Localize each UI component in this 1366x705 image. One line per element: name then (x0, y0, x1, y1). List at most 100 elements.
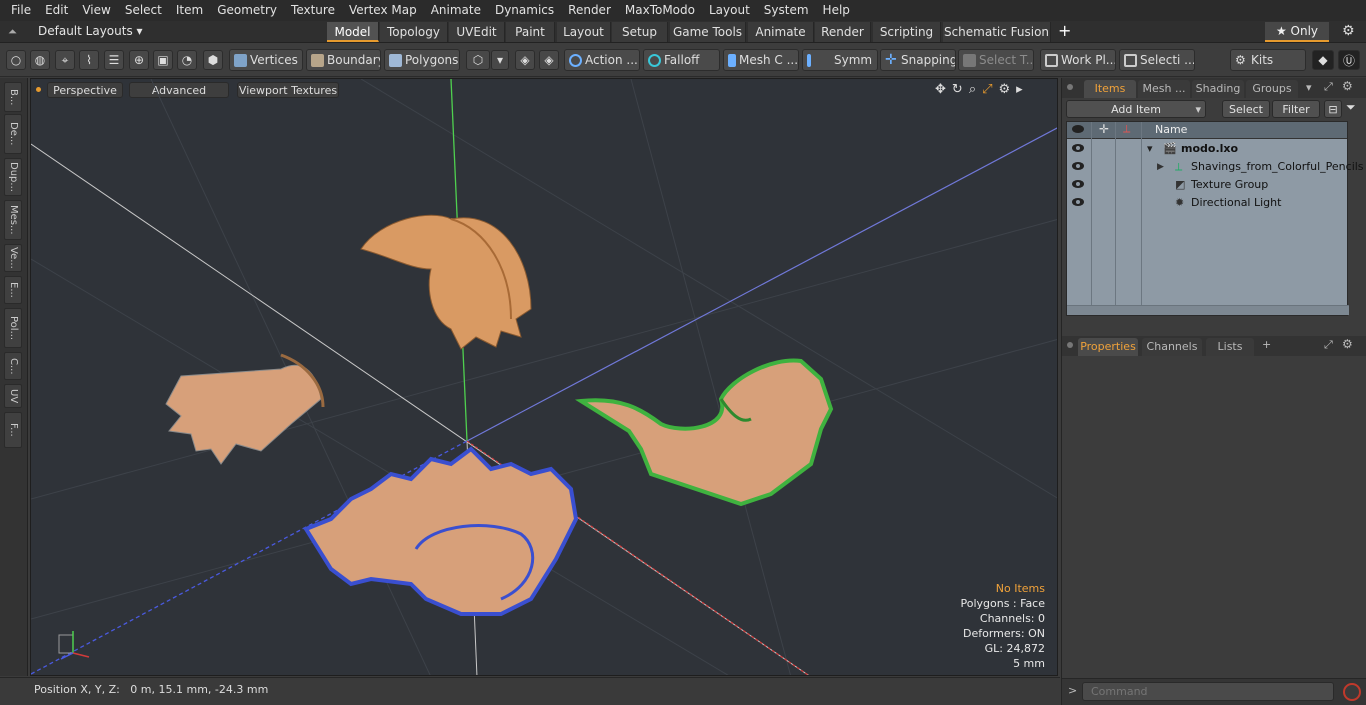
funnel-filter-icon[interactable]: ⏷ (1346, 100, 1362, 118)
command-input[interactable] (1082, 682, 1334, 701)
vertices-button[interactable]: Vertices (229, 49, 303, 71)
tab-uvedit[interactable]: UVEdit (449, 22, 505, 42)
menu-system[interactable]: System (757, 0, 816, 21)
panel-maximize-icon[interactable]: ⤢ (1324, 80, 1333, 94)
unreal-icon[interactable]: Ⓤ (1338, 50, 1360, 70)
collapse-icon[interactable]: ⊟ (1324, 100, 1342, 118)
tab-groups[interactable]: Groups (1246, 80, 1298, 98)
tab-topology[interactable]: Topology (380, 22, 448, 42)
work-plane-button[interactable]: Work Pl... (1040, 49, 1116, 71)
properties-menu-dot-icon[interactable] (1067, 342, 1073, 348)
item-mode-icon[interactable]: ⬡ (466, 50, 490, 70)
tab-scripting[interactable]: Scripting (873, 22, 941, 42)
shield-cube-icon[interactable]: ⬢ (203, 50, 223, 70)
tab-items[interactable]: Items (1084, 80, 1136, 98)
left-tool-tab-5[interactable]: E... (4, 276, 22, 304)
globe-icon[interactable]: ◍ (30, 50, 50, 70)
list-item[interactable]: ▾ 🎬 modo.lxo (1067, 140, 1349, 158)
menu-view[interactable]: View (75, 0, 117, 21)
menu-vertex-map[interactable]: Vertex Map (342, 0, 424, 21)
menu-edit[interactable]: Edit (38, 0, 75, 21)
tab-paint[interactable]: Paint (506, 22, 555, 42)
menu-animate[interactable]: Animate (424, 0, 488, 21)
tab-channels[interactable]: Channels (1142, 338, 1202, 356)
left-tool-tab-1[interactable]: De... (4, 114, 22, 154)
properties-maximize-icon[interactable]: ⤢ (1324, 338, 1333, 352)
kits-button[interactable]: ⚙ Kits (1230, 49, 1306, 71)
menu-maxtomodo[interactable]: MaxToModo (618, 0, 702, 21)
polygons-button[interactable]: Polygons (384, 49, 460, 71)
tab-game-tools[interactable]: Game Tools (670, 22, 746, 42)
boundary-button[interactable]: Boundary (306, 49, 381, 71)
panel-menu-dot-icon[interactable] (1067, 84, 1073, 90)
tab-schematic-fusion[interactable]: Schematic Fusion (943, 22, 1051, 42)
left-tool-tab-7[interactable]: C... (4, 352, 22, 380)
left-tool-tab-0[interactable]: B... (4, 82, 22, 112)
pie-icon[interactable]: ◔ (177, 50, 197, 70)
menu-file[interactable]: File (4, 0, 38, 21)
horizontal-scrollbar[interactable] (1067, 305, 1349, 315)
align-icon[interactable]: ☰ (104, 50, 124, 70)
tab-animate[interactable]: Animate (748, 22, 814, 42)
tab-layout[interactable]: Layout (557, 22, 611, 42)
menu-render[interactable]: Render (561, 0, 618, 21)
circle-select-icon[interactable]: ○ (6, 50, 26, 70)
expand-arrow-icon[interactable]: ▶ (1157, 158, 1164, 176)
visibility-eye-icon[interactable] (1072, 180, 1084, 188)
list-item[interactable]: ◩ Texture Group (1067, 176, 1349, 194)
tab-model[interactable]: Model (327, 22, 379, 42)
left-tool-tab-8[interactable]: UV (4, 384, 22, 408)
list-item[interactable]: ✹ Directional Light (1067, 194, 1349, 212)
left-tool-tab-4[interactable]: Ve... (4, 244, 22, 272)
pen-icon[interactable]: ⌖ (55, 50, 75, 70)
tab-mesh[interactable]: Mesh ... (1138, 80, 1190, 98)
left-tool-tab-2[interactable]: Dup... (4, 158, 22, 196)
visibility-eye-icon[interactable] (1072, 198, 1084, 206)
menu-help[interactable]: Help (816, 0, 857, 21)
list-item[interactable]: ▶ ⟂ Shavings_from_Colorful_Pencils (1067, 158, 1364, 176)
tab-properties[interactable]: Properties (1078, 338, 1138, 356)
tabs-dropdown-chevron-icon[interactable]: ▾ (1306, 81, 1312, 94)
menu-select[interactable]: Select (118, 0, 169, 21)
add-item-button[interactable]: Add Item ▾ (1066, 100, 1206, 118)
visibility-eye-icon[interactable] (1072, 144, 1084, 152)
action-center-button[interactable]: Action ... (564, 49, 640, 71)
layout-grip-icon[interactable]: ⏶ (8, 25, 17, 39)
expand-arrow-icon[interactable]: ▾ (1147, 140, 1153, 158)
tab-setup[interactable]: Setup (612, 22, 668, 42)
menu-item[interactable]: Item (169, 0, 210, 21)
menu-texture[interactable]: Texture (284, 0, 342, 21)
record-macro-icon[interactable] (1343, 683, 1361, 701)
mesh-constraint-button[interactable]: Mesh C ... (723, 49, 799, 71)
menu-dynamics[interactable]: Dynamics (488, 0, 561, 21)
only-toggle[interactable]: ★ Only (1265, 22, 1329, 42)
3d-viewport[interactable]: Perspective Advanced Viewport Textures ✥… (30, 78, 1058, 676)
center-icon[interactable]: ⊕ (129, 50, 149, 70)
left-tool-tab-9[interactable]: F... (4, 412, 22, 448)
tab-shading[interactable]: Shading (1192, 80, 1244, 98)
falloff-button[interactable]: Falloff (643, 49, 720, 71)
snapping-button[interactable]: ✛ Snapping (880, 49, 956, 71)
snap-shield-icon[interactable]: ◈ (539, 50, 559, 70)
add-tab-icon[interactable]: + (1262, 338, 1271, 351)
symmetry-button[interactable]: Symm ... (802, 49, 878, 71)
left-tool-tab-6[interactable]: Pol... (4, 308, 22, 348)
tab-render[interactable]: Render (815, 22, 871, 42)
mode-dropdown-chevron-icon[interactable]: ▾ (491, 50, 509, 70)
add-tab-button[interactable]: + (1058, 21, 1071, 41)
menu-layout[interactable]: Layout (702, 0, 757, 21)
select-through-button[interactable]: Select T... (958, 49, 1034, 71)
filter-button[interactable]: Filter (1272, 100, 1320, 118)
menu-geometry[interactable]: Geometry (210, 0, 284, 21)
panel-gear-icon[interactable]: ⚙ (1342, 79, 1353, 93)
properties-gear-icon[interactable]: ⚙ (1342, 337, 1353, 351)
settings-gear-icon[interactable]: ⚙ (1342, 23, 1355, 39)
default-layouts-dropdown[interactable]: Default Layouts ▾ (38, 24, 143, 38)
visibility-eye-icon[interactable] (1072, 162, 1084, 170)
selection-sets-button[interactable]: Selecti ... (1119, 49, 1195, 71)
left-tool-tab-3[interactable]: Mes... (4, 200, 22, 240)
select-button[interactable]: Select (1222, 100, 1270, 118)
box-select-icon[interactable]: ▣ (153, 50, 173, 70)
unity-icon[interactable]: ◆ (1312, 50, 1334, 70)
tab-lists[interactable]: Lists (1206, 338, 1254, 356)
